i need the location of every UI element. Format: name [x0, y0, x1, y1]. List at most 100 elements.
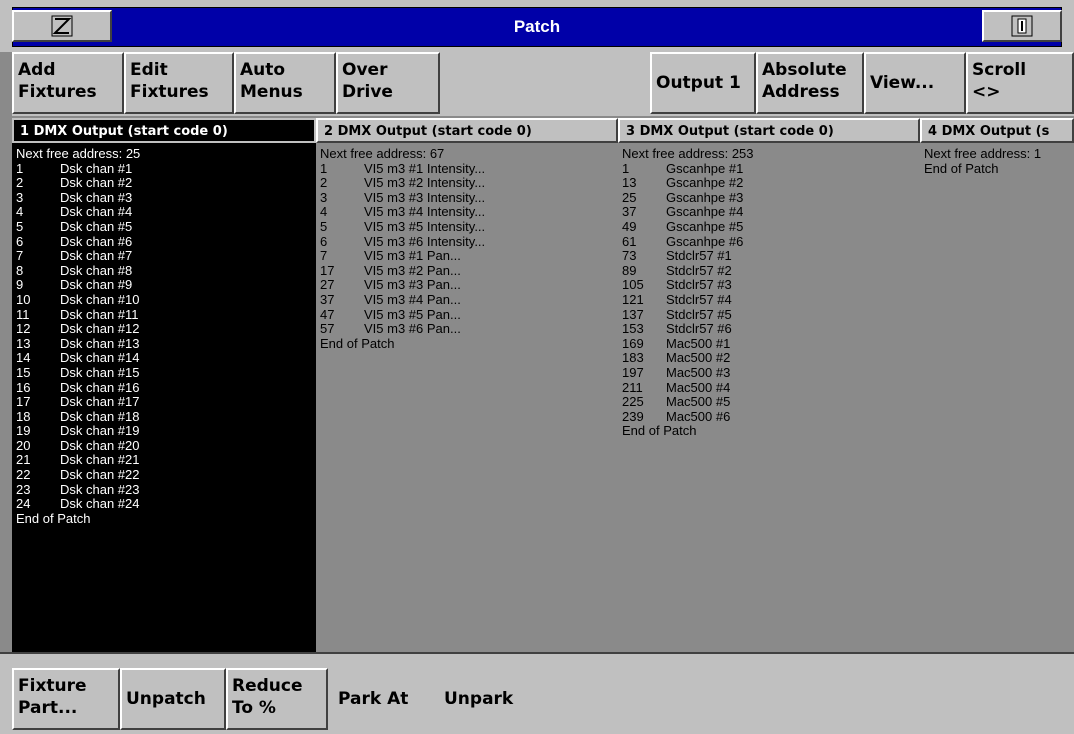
patch-row[interactable]: 1 Dsk chan #1: [16, 161, 316, 177]
patch-fixture: Mac500 #6: [666, 408, 731, 424]
patch-fixture: Mac500 #1: [666, 335, 731, 351]
dmx-output-3-panel[interactable]: 3 DMX Output (start code 0) Next free ad…: [618, 118, 920, 652]
patch-row[interactable]: 2 Dsk chan #2: [16, 176, 316, 191]
patch-row[interactable]: 5 Dsk chan #5: [16, 218, 316, 235]
patch-row[interactable]: 8 Dsk chan #8: [16, 262, 316, 279]
unpark-button[interactable]: Unpark: [440, 668, 540, 730]
patch-row[interactable]: 20 Dsk chan #20: [16, 437, 316, 454]
fixture-part-button[interactable]: Fixture Part...: [12, 668, 120, 730]
patch-row[interactable]: 4 VI5 m3 #4 Intensity...: [320, 205, 618, 220]
output-button[interactable]: Output 1: [650, 52, 756, 114]
dmx-output-3-header[interactable]: 3 DMX Output (start code 0): [618, 118, 920, 143]
dmx-output-2-header[interactable]: 2 DMX Output (start code 0): [316, 118, 618, 143]
patch-row[interactable]: 137 Stdclr57 #5: [622, 307, 920, 323]
patch-row[interactable]: 27 VI5 m3 #3 Pan...: [320, 278, 618, 293]
patch-row[interactable]: 1 Gscanhpe #1: [622, 161, 920, 177]
end-of-patch: End of Patch: [16, 510, 91, 526]
patch-row[interactable]: 15 Dsk chan #15: [16, 364, 316, 381]
patch-row[interactable]: 10 Dsk chan #10: [16, 292, 316, 308]
patch-row[interactable]: 13 Dsk chan #13: [16, 335, 316, 352]
patch-address: 57: [320, 321, 335, 337]
reduce-to-button[interactable]: Reduce To %: [226, 668, 328, 730]
add-fixtures-button[interactable]: Add Fixtures: [12, 52, 124, 114]
patch-fixture: Dsk chan #5: [60, 218, 133, 234]
patch-fixture: Dsk chan #19: [60, 423, 140, 439]
dmx-output-4-header[interactable]: 4 DMX Output (s: [920, 118, 1074, 143]
patch-address: 169: [622, 335, 644, 351]
patch-row[interactable]: 18 Dsk chan #18: [16, 409, 316, 425]
system-menu-button[interactable]: [12, 10, 112, 42]
patch-row[interactable]: 17 Dsk chan #17: [16, 394, 316, 410]
patch-row[interactable]: 11 Dsk chan #11: [16, 307, 316, 323]
patch-row[interactable]: 3 Dsk chan #3: [16, 190, 316, 206]
patch-row[interactable]: 21 Dsk chan #21: [16, 453, 316, 468]
patch-row[interactable]: 25 Gscanhpe #3: [622, 190, 920, 206]
patch-row[interactable]: 37 VI5 m3 #4 Pan...: [320, 292, 618, 308]
scroll-bar-icon: [1010, 14, 1034, 38]
patch-row[interactable]: 4 Dsk chan #4: [16, 205, 316, 220]
patch-address: 15: [16, 364, 31, 380]
patch-row[interactable]: 197 Mac500 #3: [622, 364, 920, 381]
patch-fixture: Mac500 #3: [666, 364, 731, 380]
patch-row[interactable]: 6 Dsk chan #6: [16, 234, 316, 250]
patch-row[interactable]: 7 Dsk chan #7: [16, 249, 316, 264]
toolbar: Add Fixtures Edit Fixtures Auto Menus Ov…: [12, 52, 1074, 116]
patch-address: 13: [16, 335, 31, 351]
next-free-address: Next free address: 25: [16, 146, 141, 161]
patch-address: 7: [16, 248, 24, 264]
patch-address: 16: [16, 379, 31, 395]
patch-row[interactable]: 12 Dsk chan #12: [16, 322, 316, 337]
patch-row[interactable]: 19 Dsk chan #19: [16, 424, 316, 439]
patch-row[interactable]: 225 Mac500 #5: [622, 394, 920, 410]
end-of-patch: End of Patch: [622, 423, 697, 439]
patch-row[interactable]: 105 Stdclr57 #3: [622, 278, 920, 293]
patch-row[interactable]: 24 Dsk chan #24: [16, 497, 316, 512]
dmx-output-1-panel[interactable]: 1 DMX Output (start code 0) Next free ad…: [12, 118, 316, 652]
over-drive-button[interactable]: Over Drive: [336, 52, 440, 114]
edit-fixtures-button[interactable]: Edit Fixtures: [124, 52, 234, 114]
patch-address: 5: [320, 218, 328, 234]
patch-row[interactable]: 73 Stdclr57 #1: [622, 249, 920, 264]
patch-row[interactable]: 5 VI5 m3 #5 Intensity...: [320, 218, 618, 235]
patch-address: 8: [16, 262, 24, 278]
patch-row[interactable]: 7 VI5 m3 #1 Pan...: [320, 249, 618, 264]
patch-row[interactable]: 1 VI5 m3 #1 Intensity...: [320, 160, 618, 177]
scroll-button[interactable]: Scroll <>: [966, 52, 1074, 114]
patch-row[interactable]: 23 Dsk chan #23: [16, 482, 316, 498]
patch-row[interactable]: 49 Gscanhpe #5: [622, 219, 920, 235]
patch-row[interactable]: 57 VI5 m3 #6 Pan...: [320, 322, 618, 337]
patch-row[interactable]: 6 VI5 m3 #6 Intensity...: [320, 234, 618, 250]
patch-row[interactable]: 22 Dsk chan #22: [16, 467, 316, 483]
patch-row[interactable]: 47 VI5 m3 #5 Pan...: [320, 307, 618, 323]
patch-fixture: VI5 m3 #1 Intensity...: [364, 160, 486, 176]
patch-row[interactable]: 2 VI5 m3 #2 Intensity...: [320, 176, 618, 191]
patch-fixture: Mac500 #2: [666, 350, 731, 366]
patch-row[interactable]: 13 Gscanhpe #2: [622, 176, 920, 191]
patch-row[interactable]: 9 Dsk chan #9: [16, 278, 316, 293]
patch-row[interactable]: 121 Stdclr57 #4: [622, 292, 920, 308]
patch-row[interactable]: 239 Mac500 #6: [622, 408, 920, 425]
patch-address: 1: [320, 160, 328, 176]
patch-row[interactable]: 61 Gscanhpe #6: [622, 234, 920, 250]
patch-row[interactable]: 17 VI5 m3 #2 Pan...: [320, 263, 618, 279]
patch-fixture: Dsk chan #20: [60, 437, 140, 453]
park-at-button[interactable]: Park At: [334, 668, 432, 730]
patch-row[interactable]: 211 Mac500 #4: [622, 380, 920, 396]
patch-row[interactable]: 183 Mac500 #2: [622, 351, 920, 366]
dmx-output-4-panel[interactable]: 4 DMX Output (s Next free address: 1 End…: [920, 118, 1074, 652]
dmx-output-1-header[interactable]: 1 DMX Output (start code 0): [12, 118, 316, 143]
window-state-button[interactable]: [982, 10, 1062, 42]
view-button[interactable]: View...: [864, 52, 966, 114]
patch-fixture: Dsk chan #21: [60, 452, 140, 468]
patch-row[interactable]: 3 VI5 m3 #3 Intensity...: [320, 190, 618, 206]
patch-row[interactable]: 89 Stdclr57 #2: [622, 263, 920, 279]
patch-row[interactable]: 16 Dsk chan #16: [16, 379, 316, 396]
unpatch-button[interactable]: Unpatch: [120, 668, 226, 730]
auto-menus-button[interactable]: Auto Menus: [234, 52, 336, 114]
dmx-output-2-panel[interactable]: 2 DMX Output (start code 0) Next free ad…: [316, 118, 618, 652]
patch-row[interactable]: 37 Gscanhpe #4: [622, 205, 920, 220]
absolute-address-button[interactable]: Absolute Address: [756, 52, 864, 114]
patch-row[interactable]: 169 Mac500 #1: [622, 335, 920, 352]
patch-row[interactable]: 14 Dsk chan #14: [16, 351, 316, 366]
patch-row[interactable]: 153 Stdclr57 #6: [622, 322, 920, 337]
